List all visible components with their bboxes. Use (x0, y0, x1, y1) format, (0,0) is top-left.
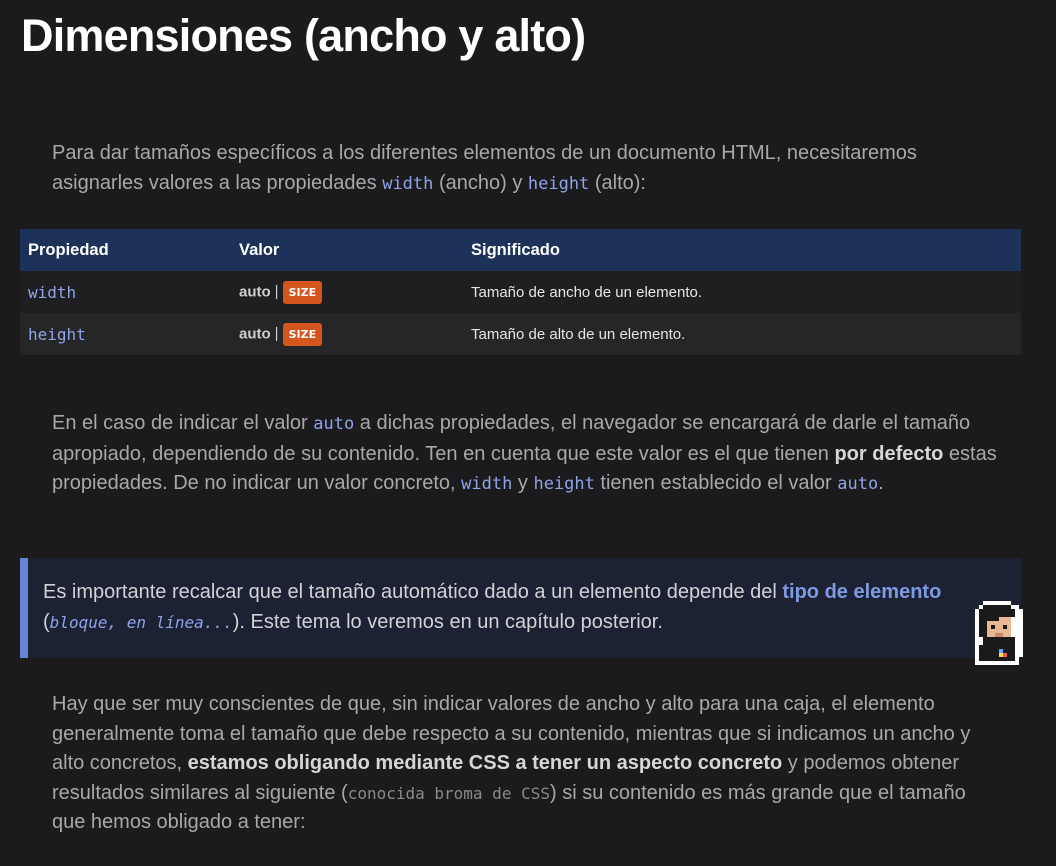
code-height: height (527, 173, 590, 194)
constraint-paragraph: Hay que ser muy conscientes de que, sin … (52, 693, 971, 833)
note-text: Es importante recalcar que el tamaño aut… (43, 581, 942, 633)
table-header-row: Propiedad Valor Significado (20, 229, 1021, 271)
author-avatar-icon (975, 601, 1023, 665)
header-propiedad: Propiedad (28, 240, 109, 259)
header-significado: Significado (471, 240, 560, 259)
code-width: width (382, 173, 434, 194)
auto-paragraph: En el caso de indicar el valor auto a di… (52, 412, 997, 494)
value-auto: auto (239, 282, 271, 300)
note-callout: Es importante recalcar que el tamaño aut… (20, 558, 1021, 658)
prop-name: width (28, 282, 77, 302)
meaning-cell: Tamaño de alto de un elemento. (471, 325, 686, 343)
prop-name: height (28, 324, 86, 344)
size-badge[interactable]: SIZE (282, 280, 323, 304)
table-row: height auto | SIZE Tamaño de alto de un el… (20, 313, 1021, 355)
value-auto: auto (239, 324, 271, 342)
page-title: Dimensiones (ancho y alto) (21, 10, 586, 61)
properties-table: Propiedad Valor Significado width auto | S… (20, 229, 1021, 355)
table-row: width auto | SIZE Tamaño de ancho de un el… (20, 271, 1021, 313)
size-badge[interactable]: SIZE (282, 322, 323, 346)
header-valor: Valor (239, 240, 280, 259)
meaning-cell: Tamaño de ancho de un elemento. (471, 283, 702, 301)
tipo-elemento-link[interactable]: tipo de elemento (782, 581, 941, 603)
intro-paragraph: Para dar tamaños específicos a los difer… (52, 142, 917, 194)
